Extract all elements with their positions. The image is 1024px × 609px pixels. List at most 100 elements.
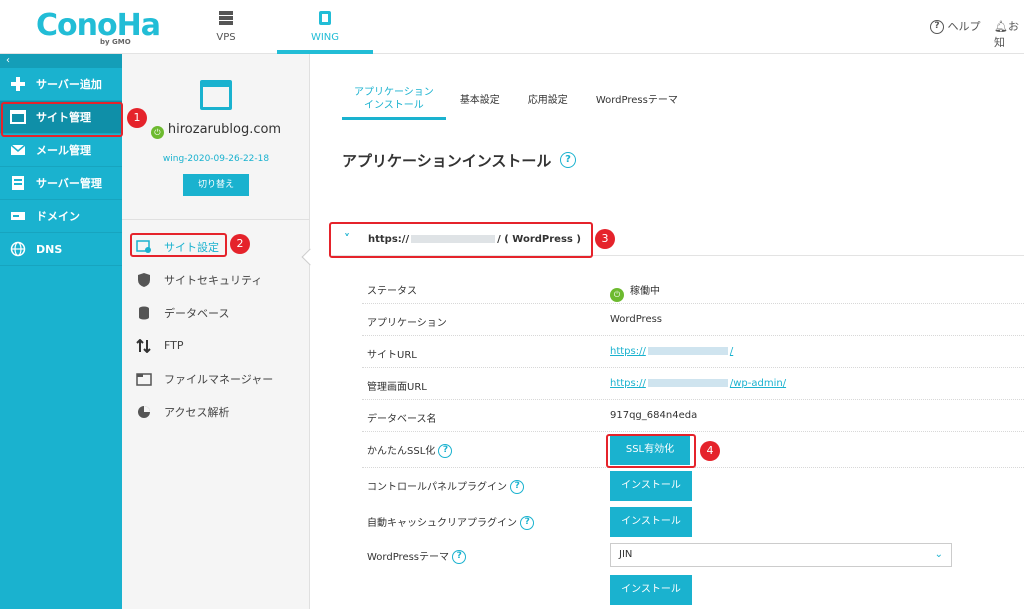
shield-icon — [138, 272, 150, 287]
main-content: アプリケーション インストール 基本設定 応用設定 WordPressテーマ ア… — [310, 54, 1024, 609]
help-icon[interactable]: ? — [510, 480, 525, 494]
sidebar-item-label: ドメイン — [36, 210, 80, 223]
mail-icon — [10, 144, 26, 155]
cache-plugin-install-button[interactable]: インストール — [610, 507, 692, 537]
nav-wing[interactable]: WING — [277, 0, 373, 54]
nav-wing-label: WING — [310, 32, 340, 43]
menu-item-label: アクセス解析 — [164, 405, 230, 419]
tab-advanced-settings[interactable]: 応用設定 — [514, 80, 582, 120]
annotation-box-4 — [606, 434, 696, 468]
bell-icon: 🔔︎ — [994, 20, 1008, 33]
detail-row-status: ステータス ⏻ 稼働中 — [362, 272, 1024, 304]
menu-item-label: データベース — [164, 306, 230, 320]
detail-row-cp-plugin: コントロールパネルプラグイン ? インストール — [362, 468, 1024, 504]
sidebar-item-server[interactable]: サーバー管理 — [0, 167, 122, 200]
conoha-logo[interactable]: ConoHa by GMO — [36, 8, 161, 48]
annotation-box-3 — [329, 222, 593, 258]
sidebar-item-mail[interactable]: メール管理 — [0, 134, 122, 167]
app-value: WordPress — [610, 314, 663, 325]
folder-icon — [136, 372, 152, 386]
annotation-badge-2: 2 — [230, 234, 250, 254]
help-icon[interactable]: ? — [452, 550, 467, 564]
help-icon[interactable]: ? — [560, 152, 576, 168]
admin-url-link[interactable]: https:// /wp-admin/ — [610, 378, 786, 389]
ssl-label: かんたんSSL化 ? — [367, 442, 453, 458]
cp-plugin-install-button[interactable]: インストール — [610, 471, 692, 501]
menu-item-label: サイトセキュリティ — [164, 273, 263, 287]
nav-vps-label: VPS — [216, 32, 236, 43]
pie-chart-icon — [138, 405, 150, 418]
help-link[interactable]: ? ヘルプ — [930, 18, 981, 34]
theme-label: WordPressテーマ ? — [367, 548, 467, 564]
menu-item-security[interactable]: サイトセキュリティ — [122, 263, 309, 296]
redacted-domain — [647, 379, 728, 387]
sidebar-item-domain[interactable]: ドメイン — [0, 200, 122, 233]
theme-select[interactable]: JIN ⌄ — [610, 543, 952, 567]
detail-row-cache-plugin: 自動キャッシュクリアプラグイン ? インストール — [362, 504, 1024, 538]
sidebar-item-label: サーバー追加 — [36, 78, 102, 91]
help-label: ヘルプ — [947, 20, 981, 33]
switch-button[interactable]: 切り替え — [183, 174, 249, 196]
tab-app-install[interactable]: アプリケーション インストール — [342, 80, 446, 120]
redacted-domain — [647, 347, 728, 355]
annotation-box-1 — [1, 102, 123, 137]
sidebar-collapse-button[interactable]: ‹ — [0, 54, 122, 68]
theme-install-button[interactable]: インストール — [610, 575, 692, 605]
detail-row-theme-install: インストール — [362, 572, 1024, 608]
theme-select-value: JIN — [619, 549, 633, 560]
help-icon[interactable]: ? — [520, 516, 535, 530]
wing-icon — [319, 11, 331, 25]
help-icon[interactable]: ? — [438, 444, 453, 458]
tab-wordpress-theme[interactable]: WordPressテーマ — [582, 80, 692, 120]
cache-plugin-label: 自動キャッシュクリアプラグイン ? — [367, 514, 535, 530]
detail-row-database: データベース名 917qg_684n4eda — [362, 400, 1024, 432]
logo-text: ConoHa — [36, 8, 161, 43]
chevron-down-icon: ⌄ — [934, 549, 943, 560]
status-value: ⏻ 稼働中 — [610, 282, 660, 302]
power-icon: ⏻ — [610, 288, 624, 302]
app-label: アプリケーション — [367, 318, 447, 329]
site-summary: ⏻ hirozarublog.com wing-2020-09-26-22-18 … — [122, 54, 309, 220]
status-text: 稼働中 — [630, 286, 660, 297]
annotation-badge-1: 1 — [127, 108, 147, 128]
menu-item-database[interactable]: データベース — [122, 296, 309, 329]
sidebar-item-label: サーバー管理 — [36, 177, 102, 190]
menu-item-file-manager[interactable]: ファイルマネージャー — [122, 362, 309, 395]
annotation-box-2 — [130, 233, 227, 257]
menu-item-analytics[interactable]: アクセス解析 — [122, 395, 309, 428]
cp-plugin-label-text: コントロールパネルプラグイン — [367, 482, 507, 493]
link-suffix: / — [729, 346, 734, 357]
theme-label-text: WordPressテーマ — [367, 552, 450, 563]
cache-plugin-label-text: 自動キャッシュクリアプラグイン — [367, 518, 517, 529]
nav-vps[interactable]: VPS — [178, 0, 274, 54]
menu-item-ftp[interactable]: FTP — [122, 329, 309, 362]
server-icon — [219, 11, 233, 25]
power-icon: ⏻ — [150, 126, 164, 139]
link-suffix: /wp-admin/ — [729, 378, 787, 389]
menu-item-label: FTP — [164, 339, 184, 352]
menu-item-label: ファイルマネージャー — [164, 372, 274, 386]
site-window-icon — [200, 80, 232, 110]
notice-link[interactable]: 🔔︎お知 — [994, 18, 1024, 50]
db-value: 917qg_684n4eda — [610, 410, 698, 421]
status-label: ステータス — [367, 286, 417, 297]
sidebar-item-label: メール管理 — [36, 144, 91, 157]
tab-basic-settings[interactable]: 基本設定 — [446, 80, 514, 120]
sidebar-item-label: DNS — [36, 242, 63, 256]
main-sidebar: ‹ サーバー追加 サイト管理 メール管理 サーバー管理 ドメイン DNS — [0, 54, 122, 609]
logo-sub: by GMO — [100, 38, 131, 46]
top-header: ConoHa by GMO VPS WING ? ヘルプ 🔔︎お知 — [0, 0, 1024, 54]
sidebar-item-add-server[interactable]: サーバー追加 — [0, 68, 122, 101]
annotation-badge-3: 3 — [595, 229, 615, 249]
site-domain: ⏻ hirozarublog.com — [122, 122, 310, 139]
sidebar-item-dns[interactable]: DNS — [0, 233, 122, 266]
detail-row-app: アプリケーション WordPress — [362, 304, 1024, 336]
globe-icon — [10, 241, 26, 257]
domain-text: hirozarublog.com — [167, 122, 282, 137]
page-title: アプリケーションインストール — [342, 152, 552, 170]
site-url-label: サイトURL — [367, 350, 417, 361]
ftp-icon — [136, 338, 151, 353]
detail-row-site-url: サイトURL https:// / — [362, 336, 1024, 368]
site-url-link[interactable]: https:// / — [610, 346, 733, 357]
tab-bar: アプリケーション インストール 基本設定 応用設定 WordPressテーマ — [342, 80, 692, 120]
